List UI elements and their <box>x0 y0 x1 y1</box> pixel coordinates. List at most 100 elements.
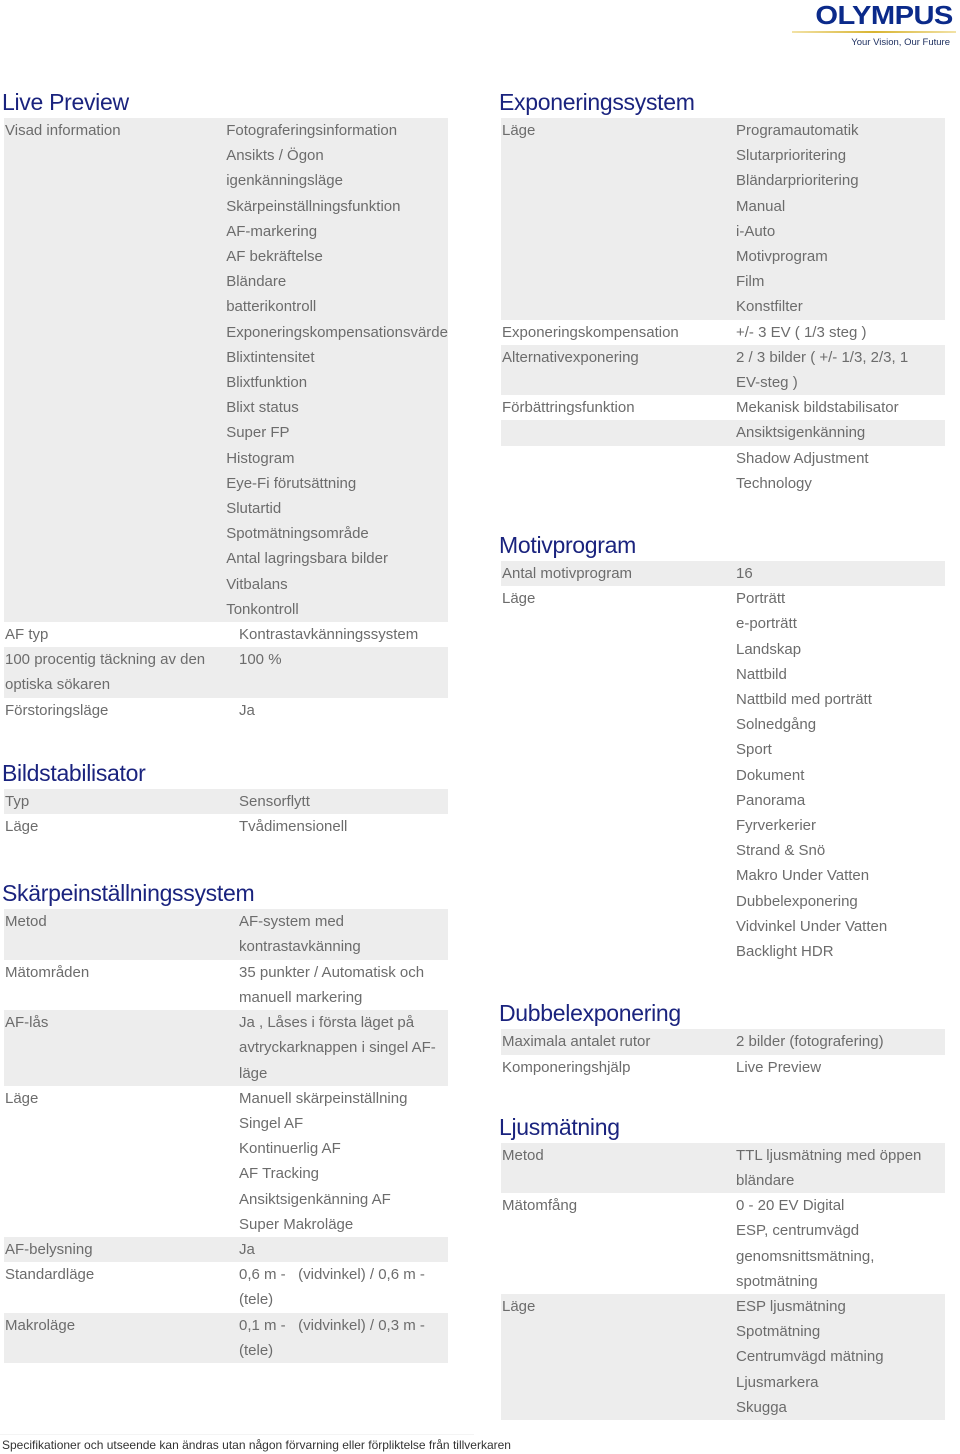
spec-value: 16 <box>736 565 753 583</box>
spec-values: Tvådimensionell <box>239 814 448 839</box>
spec-value: AF-system med <box>239 913 345 931</box>
spec-value: batterikontroll <box>226 298 317 316</box>
right-column: Exponeringssystem Läge Programautomatik … <box>497 86 945 1420</box>
spec-row: Metod TTL ljusmätning med öppen bländare <box>501 1142 945 1194</box>
spec-values: Porträtt e-porträtt Landskap Nattbild Na… <box>736 586 945 964</box>
spec-value: 0,6 m - (vidvinkel) / 0,6 m - <box>239 1266 425 1284</box>
logo-rule <box>792 31 956 33</box>
spec-value: Film <box>736 273 765 291</box>
logo-tagline: Your Vision, Our Future <box>851 37 950 48</box>
spec-values: 2 bilder (fotografering) <box>736 1029 945 1054</box>
spec-value: Skugga <box>736 1398 787 1416</box>
section-bildstabilisator: Bildstabilisator Typ Sensorflytt Läge Tv… <box>0 757 448 839</box>
spec-label: Makroläge <box>5 1316 76 1334</box>
spec-values: 0,6 m - (vidvinkel) / 0,6 m - (tele) <box>239 1262 448 1312</box>
spec-values: Kontrastavkänningssystem <box>239 622 448 647</box>
spec-label: Läge <box>5 818 39 836</box>
section-title: Ljusmätning <box>499 1113 620 1140</box>
spec-value: +/- 3 EV ( 1/3 steg ) <box>736 323 867 341</box>
spec-label: Visad information <box>5 122 121 139</box>
section-dubbelexponering: Dubbelexponering Maximala antalet rutor … <box>497 997 945 1079</box>
spec-value: kontrastavkänning <box>239 938 361 956</box>
spec-table: Visad information Fotograferingsinformat… <box>4 118 448 723</box>
spec-value: Antal lagringsbara bilder <box>226 550 388 568</box>
spec-values: 0,1 m - (vidvinkel) / 0,3 m - (tele) <box>239 1313 448 1363</box>
spec-label-line: optiska sökaren <box>5 676 111 694</box>
spec-values: Mekanisk bildstabilisator <box>736 395 945 420</box>
spec-row: Exponeringskompensation +/- 3 EV ( 1/3 s… <box>501 320 945 345</box>
spec-value: Super FP <box>226 424 290 442</box>
spec-row: Läge ESP ljusmätning Spotmätning Centrum… <box>501 1293 945 1420</box>
spec-value: Slutarprioritering <box>736 147 847 165</box>
spec-row: Ansiktsigenkänning <box>501 420 945 446</box>
spec-table: Läge Programautomatik Slutarprioritering… <box>501 118 945 496</box>
spec-value: Spotmätning <box>736 1323 821 1341</box>
spec-value: Landskap <box>736 640 802 658</box>
spec-value: 100 % <box>239 651 282 669</box>
spec-label: Standardläge <box>5 1266 95 1284</box>
spec-row: Antal motivprogram 16 <box>501 561 945 587</box>
spec-values: Ja <box>239 1237 448 1262</box>
spec-value: avtryckarknappen i singel AF- <box>239 1039 436 1057</box>
spec-value: Technology <box>736 474 812 492</box>
spec-label: Läge <box>502 122 536 139</box>
spec-value: Solnedgång <box>736 716 817 734</box>
section-skarpeinstallningssystem: Skärpeinställningssystem Metod AF-system… <box>0 877 448 1363</box>
spec-row: Typ Sensorflytt <box>4 788 448 815</box>
section-title: Motivprogram <box>499 532 636 559</box>
spec-values: 0 - 20 EV Digital ESP, centrumvägd genom… <box>736 1193 945 1294</box>
spec-values: Ansiktsigenkänning <box>736 420 945 445</box>
spec-row: Maximala antalet rutor 2 bilder (fotogra… <box>501 1029 945 1055</box>
spec-row: Läge Manuell skärpeinställning Singel AF… <box>4 1086 448 1237</box>
spec-row: AF-lås Ja , Låses i första läget på avtr… <box>4 1010 448 1086</box>
spec-row: Mätomfång 0 - 20 EV Digital ESP, centrum… <box>501 1193 945 1294</box>
section-title: Exponeringssystem <box>499 89 695 115</box>
spec-value: Sport <box>736 741 772 759</box>
spec-table: Maximala antalet rutor 2 bilder (fotogra… <box>501 1029 945 1079</box>
spec-values: AF-system med kontrastavkänning <box>239 909 448 959</box>
spec-value: 2 / 3 bilder ( +/- 1/3, 2/3, 1 <box>736 348 909 366</box>
spec-value: Skärpeinställningsfunktion <box>226 197 401 215</box>
section-title: Skärpeinställningssystem <box>2 880 255 907</box>
spec-value: spotmätning <box>736 1272 818 1290</box>
spec-label: Metod <box>5 913 47 931</box>
spec-values: +/- 3 EV ( 1/3 steg ) <box>736 320 945 345</box>
spec-values: TTL ljusmätning med öppen bländare <box>736 1143 945 1193</box>
spec-label: Förbättringsfunktion <box>502 399 635 417</box>
spec-value: Sensorflytt <box>239 792 310 810</box>
spec-value: Programautomatik <box>736 122 859 139</box>
spec-row: Förstoringsläge Ja <box>4 698 448 723</box>
spec-table: Metod TTL ljusmätning med öppen bländare… <box>501 1142 945 1420</box>
spec-value: Kontrastavkänningssystem <box>239 626 419 644</box>
spec-values: Programautomatik Slutarprioritering Blän… <box>736 118 945 320</box>
spec-row: Förbättringsfunktion Mekanisk bildstabil… <box>501 395 945 420</box>
spec-row: 100 procentig täckning av den optiska sö… <box>4 647 448 698</box>
spec-label: Metod <box>502 1146 544 1164</box>
spec-value: Live Preview <box>736 1058 822 1076</box>
spec-row: Läge Porträtt e-porträtt Landskap Nattbi… <box>501 586 945 964</box>
spec-value: Exponeringskompensationsvärde <box>226 323 448 341</box>
logo-wordmark: OLYMPUS <box>815 0 953 30</box>
section-exponeringssystem: Exponeringssystem Läge Programautomatik … <box>497 86 945 496</box>
spec-table: Metod AF-system med kontrastavkänning Mä… <box>4 909 448 1363</box>
spec-value: Tonkontroll <box>226 600 299 618</box>
spec-value: Blixtintensitet <box>226 348 315 366</box>
spec-label <box>501 420 736 445</box>
spec-row: Makroläge 0,1 m - (vidvinkel) / 0,3 m - … <box>4 1312 448 1363</box>
spec-value: Vitbalans <box>226 575 288 593</box>
spec-value: Blixtfunktion <box>226 374 308 392</box>
spec-values: 35 punkter / Automatisk och manuell mark… <box>239 960 448 1010</box>
spec-value: (tele) <box>239 1341 274 1359</box>
spec-row: Alternativexponering 2 / 3 bilder ( +/- … <box>501 344 945 396</box>
spec-value: Slutartid <box>226 500 282 518</box>
spec-row: Visad information Fotograferingsinformat… <box>4 118 448 623</box>
spec-values: Shadow Adjustment Technology <box>736 446 945 496</box>
spec-label: Komponeringshjälp <box>502 1058 631 1076</box>
spec-value: Ja <box>239 1240 255 1258</box>
spec-value: läge <box>239 1064 268 1082</box>
spec-label: Alternativexponering <box>502 348 639 366</box>
spec-value: Mekanisk bildstabilisator <box>736 399 899 417</box>
